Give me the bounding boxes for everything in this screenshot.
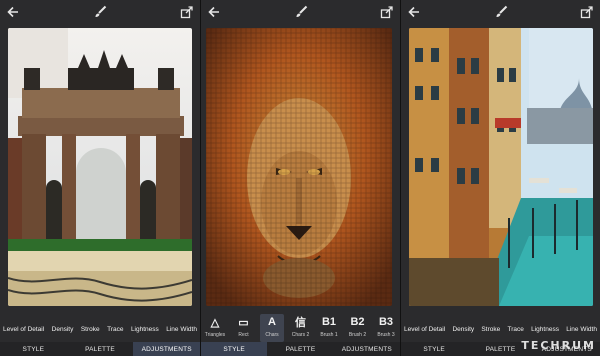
artwork-lion[interactable] xyxy=(206,28,392,306)
tool-trace[interactable]: Trace xyxy=(507,326,523,333)
brush-label: Brush 1 xyxy=(320,332,338,338)
tool-lightness[interactable]: Lightness xyxy=(531,326,559,333)
tool-level-of-detail[interactable]: Level of Detail xyxy=(3,326,44,333)
brush-label: Rect xyxy=(238,332,249,338)
tab-style[interactable]: STYLE xyxy=(201,342,268,356)
tool-density[interactable]: Density xyxy=(452,326,474,333)
brush-1-icon: B1 xyxy=(321,316,337,328)
tool-trace[interactable]: Trace xyxy=(107,326,123,333)
tools-row: Level of Detail Density Stroke Trace Lig… xyxy=(0,318,200,340)
screen-lion: △ Triangles ▭ Rect A Chars 信 Chars 2 B1 … xyxy=(200,0,400,356)
artwork-venice[interactable] xyxy=(409,28,593,306)
brush-chars[interactable]: A Chars xyxy=(260,314,284,342)
brush-label: Triangles xyxy=(204,332,226,338)
chars-icon: A xyxy=(268,316,276,328)
back-arrow-icon[interactable] xyxy=(407,5,421,19)
brush-chars-2[interactable]: 信 Chars 2 xyxy=(289,314,313,342)
screen-venice: Level of Detail Density Stroke Trace Lig… xyxy=(400,0,600,356)
tool-lightness[interactable]: Lightness xyxy=(131,326,159,333)
brush-1[interactable]: B1 Brush 1 xyxy=(317,314,341,342)
back-arrow-icon[interactable] xyxy=(207,5,221,19)
brush-label: Brush 2 xyxy=(348,332,367,338)
tool-level-of-detail[interactable]: Level of Detail xyxy=(404,326,445,333)
tools-row: Level of Detail Density Stroke Trace Lig… xyxy=(401,318,600,340)
share-icon[interactable] xyxy=(580,5,594,19)
tab-adjustments[interactable]: ADJUSTMENTS xyxy=(334,342,400,356)
brush-3-icon: B3 xyxy=(378,316,394,328)
tab-style[interactable]: STYLE xyxy=(0,342,67,356)
brush-icon[interactable] xyxy=(93,5,107,19)
brush-icon[interactable] xyxy=(294,5,308,19)
watermark: TECHRUM xyxy=(521,339,596,352)
brush-label: Brush 3 xyxy=(377,332,395,338)
artwork-arch[interactable] xyxy=(8,28,192,306)
tool-line-width[interactable]: Line Width xyxy=(166,326,197,333)
brush-triangles[interactable]: △ Triangles xyxy=(203,314,227,342)
tab-palette[interactable]: PALETTE xyxy=(67,342,134,356)
tab-bar: STYLE PALETTE ADJUSTMENTS xyxy=(0,342,200,356)
triangles-icon: △ xyxy=(210,316,220,329)
tab-bar: STYLE PALETTE ADJUSTMENTS xyxy=(201,342,400,356)
tab-adjustments[interactable]: ADJUSTMENTS xyxy=(133,342,200,356)
top-bar xyxy=(401,0,600,24)
top-bar xyxy=(201,0,400,24)
brush-selector: △ Triangles ▭ Rect A Chars 信 Chars 2 B1 … xyxy=(201,314,400,342)
tab-palette[interactable]: PALETTE xyxy=(267,342,333,356)
tool-stroke[interactable]: Stroke xyxy=(481,326,500,333)
brush-label: Chars 2 xyxy=(291,332,310,338)
top-bar xyxy=(0,0,200,24)
back-arrow-icon[interactable] xyxy=(6,5,20,19)
tab-style[interactable]: STYLE xyxy=(401,342,467,356)
brush-3[interactable]: B3 Brush 3 xyxy=(374,314,398,342)
rect-icon: ▭ xyxy=(238,316,249,329)
screen-arch: Level of Detail Density Stroke Trace Lig… xyxy=(0,0,200,356)
brush-2[interactable]: B2 Brush 2 xyxy=(346,314,370,342)
share-icon[interactable] xyxy=(380,5,394,19)
tool-density[interactable]: Density xyxy=(52,326,74,333)
screens: Level of Detail Density Stroke Trace Lig… xyxy=(0,0,600,356)
brush-2-icon: B2 xyxy=(350,316,365,328)
tool-stroke[interactable]: Stroke xyxy=(81,326,100,333)
brush-rect[interactable]: ▭ Rect xyxy=(232,314,256,342)
tool-line-width[interactable]: Line Width xyxy=(566,326,597,333)
brush-icon[interactable] xyxy=(494,5,508,19)
chars-2-icon: 信 xyxy=(295,317,306,329)
share-icon[interactable] xyxy=(180,5,194,19)
brush-label: Chars xyxy=(265,332,279,338)
